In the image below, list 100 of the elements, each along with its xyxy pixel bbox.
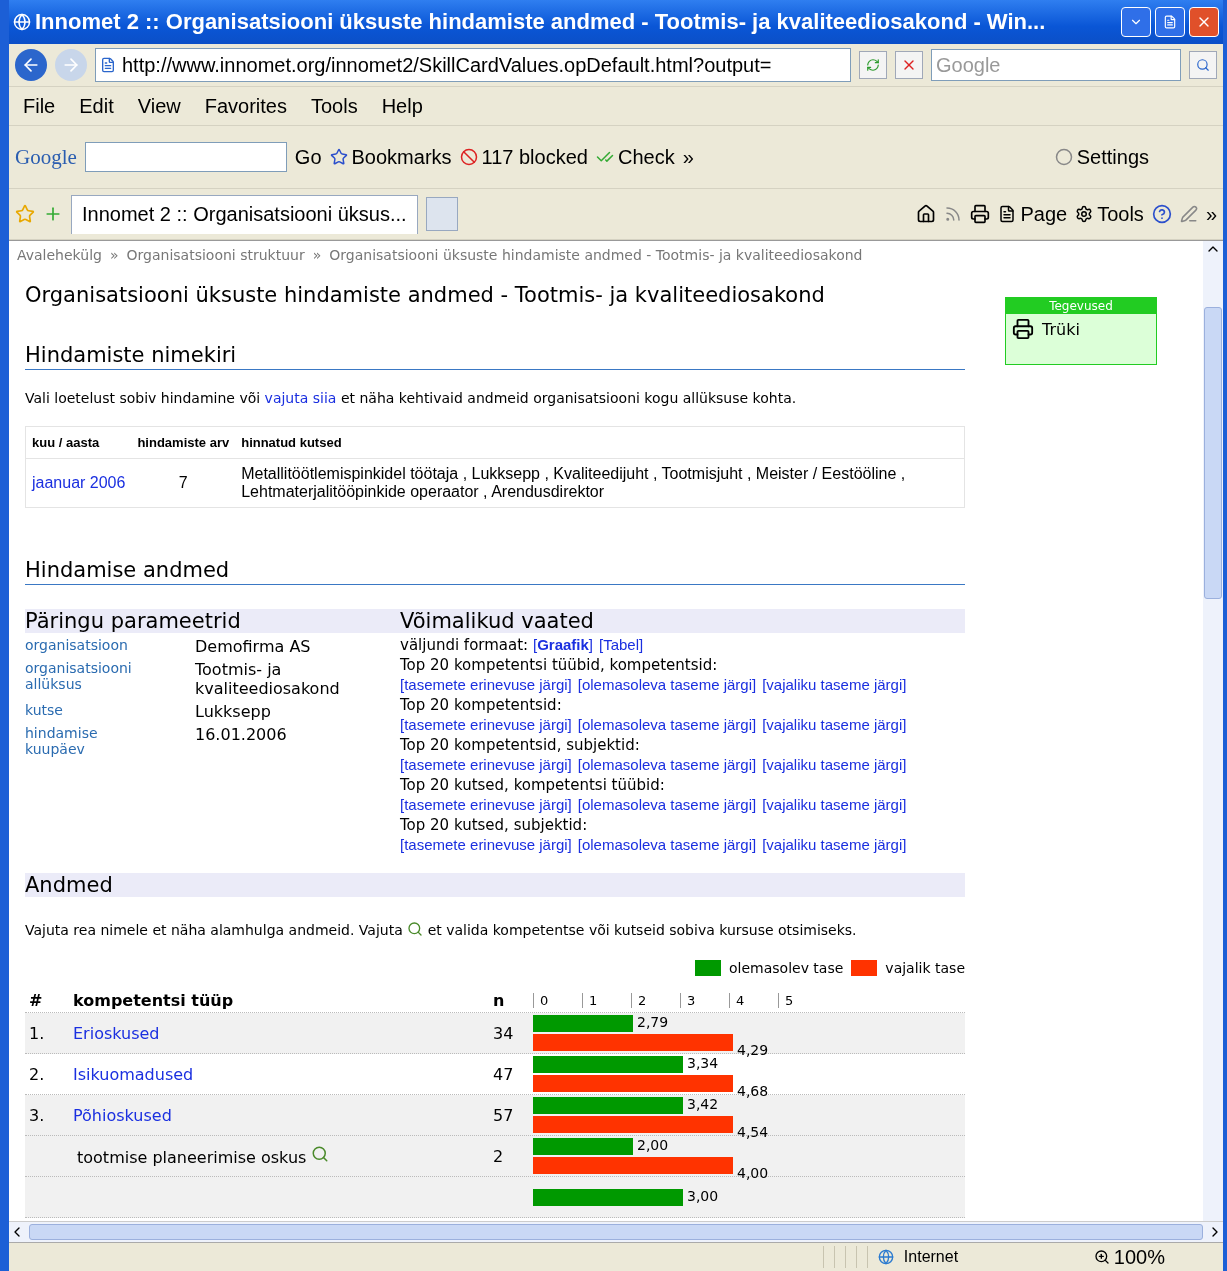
stop-button[interactable] bbox=[895, 51, 923, 79]
view-link[interactable]: [vajaliku taseme järgi] bbox=[762, 836, 907, 853]
intro-link[interactable]: vajuta siia bbox=[264, 390, 337, 406]
search-field[interactable]: Google bbox=[931, 49, 1181, 81]
param-value: Lukksepp bbox=[195, 702, 272, 721]
refresh-button[interactable] bbox=[859, 51, 887, 79]
close-button[interactable] bbox=[1189, 7, 1219, 37]
format-label: väljundi formaat: bbox=[400, 636, 529, 654]
count-cell: 2 bbox=[493, 1146, 504, 1166]
view-group-title: Top 20 kompetentsid, subjektid: bbox=[400, 735, 641, 755]
horizontal-scrollbar[interactable] bbox=[9, 1221, 1223, 1242]
menu-item[interactable]: Edit bbox=[71, 94, 122, 118]
scale-tick: 2 bbox=[631, 992, 680, 1008]
window-title: Innomet 2 :: Organisatsiooni üksuste hindamiste andmed - Tootmis- ja kvaliteediosakond - Win... bbox=[35, 9, 1047, 35]
view-link[interactable]: [tasemete erinevuse järgi] bbox=[400, 756, 572, 773]
bar-value: 4,29 bbox=[737, 1042, 769, 1058]
view-link[interactable]: [tasemete erinevuse järgi] bbox=[400, 836, 572, 853]
view-link[interactable]: [tasemete erinevuse järgi] bbox=[400, 716, 572, 733]
bar-value: 2,79 bbox=[637, 1014, 669, 1030]
view-group-title: Top 20 kompetentsid: bbox=[400, 695, 563, 715]
spell-check-button[interactable]: Check bbox=[595, 145, 675, 169]
scale-tick: 0 bbox=[533, 992, 582, 1008]
competence-type-link[interactable]: Erioskused bbox=[73, 1023, 160, 1043]
column-header: hinnatud kutsed bbox=[235, 426, 965, 459]
maximize-button[interactable] bbox=[1155, 7, 1185, 37]
view-group-title: Top 20 kompetentsi tüübid, kompetentsid: bbox=[400, 655, 719, 675]
bar-value: 4,68 bbox=[737, 1083, 769, 1099]
scale-tick: 4 bbox=[729, 992, 778, 1008]
param-label: hindamise kuupäev bbox=[25, 725, 99, 757]
bar-value: 3,42 bbox=[687, 1096, 719, 1112]
view-link[interactable]: [olemasoleva taseme järgi] bbox=[577, 756, 757, 773]
competence-type-link[interactable]: Põhioskused bbox=[73, 1105, 172, 1125]
breadcrumb-link[interactable]: Organisatsiooni üksuste hindamiste andmed - Tootmis- ja kvaliteediosakond bbox=[329, 247, 863, 263]
settings-button[interactable]: Settings bbox=[1054, 145, 1149, 169]
tools-menu-button[interactable]: Tools bbox=[1075, 202, 1144, 226]
zoom-button[interactable]: 100% bbox=[1093, 1245, 1165, 1269]
format-link[interactable]: [Graafik] bbox=[532, 636, 593, 653]
professions-cell: Metallitöötlemispinkidel töötaja , Lukksepp , Kvaliteedijuht , Tootmisjuht , Meister / Eestööline , Lehtmaterjalitööpinkide operaator , Arendusdirektor bbox=[235, 458, 965, 508]
scale-tick: 1 bbox=[582, 992, 631, 1008]
param-label: organisatsioon bbox=[25, 637, 129, 655]
page-heading: Organisatsiooni üksuste hindamiste andmed - Tootmis- ja kvaliteediosakond bbox=[25, 283, 826, 307]
view-link[interactable]: [tasemete erinevuse järgi] bbox=[400, 796, 572, 813]
param-value: Tootmis- ja kvaliteediosakond bbox=[195, 660, 341, 698]
period-link[interactable]: jaanuar 2006 bbox=[32, 474, 126, 491]
search-button[interactable] bbox=[1189, 51, 1217, 79]
param-value: Demofirma AS bbox=[195, 637, 312, 656]
count-cell: 57 bbox=[493, 1105, 514, 1125]
view-link[interactable]: [olemasoleva taseme järgi] bbox=[577, 676, 757, 693]
view-link[interactable]: [vajaliku taseme järgi] bbox=[762, 756, 907, 773]
home-icon bbox=[916, 204, 937, 224]
menu-item[interactable]: View bbox=[129, 94, 189, 118]
more-button[interactable]: » bbox=[1205, 202, 1217, 226]
view-link[interactable]: [vajaliku taseme järgi] bbox=[762, 716, 907, 733]
view-link[interactable]: [vajaliku taseme järgi] bbox=[762, 676, 907, 693]
maximize-icon bbox=[1163, 15, 1177, 29]
bookmarks-button[interactable]: Bookmarks bbox=[329, 145, 452, 169]
new-tab-button[interactable] bbox=[425, 197, 458, 231]
view-link[interactable]: [olemasoleva taseme järgi] bbox=[577, 716, 757, 733]
address-field[interactable]: http://www.innomet.org/innomet2/SkillCardValues.opDefault.html?output= bbox=[95, 48, 851, 82]
menu-item[interactable]: Favorites bbox=[196, 94, 295, 118]
column-header: n bbox=[493, 990, 506, 1010]
go-button[interactable]: Go bbox=[294, 145, 322, 169]
vertical-scrollbar[interactable] bbox=[1203, 241, 1223, 1221]
row-number: 1. bbox=[29, 1023, 45, 1043]
refresh-icon bbox=[866, 58, 880, 72]
page-icon bbox=[998, 205, 1017, 223]
help-icon bbox=[1151, 204, 1172, 224]
print-button[interactable]: Trüki bbox=[1006, 314, 1086, 344]
url-text: http://www.innomet.org/innomet2/SkillCardValues.opDefault.html?output= bbox=[122, 53, 772, 77]
hint-text: Vajuta rea nimele et näha alamhulga andmeid. Vajuta et valida kompetentse või kutseid sobiva kursuse otsimiseks. bbox=[25, 921, 858, 938]
format-link[interactable]: [Tabel] bbox=[599, 636, 644, 653]
menu-item[interactable]: File bbox=[15, 94, 64, 118]
view-link[interactable]: [tasemete erinevuse järgi] bbox=[400, 676, 572, 693]
column-header: kuu / aasta bbox=[25, 426, 132, 459]
column-header: kompetentsi tüüp bbox=[73, 990, 235, 1010]
competence-type-link[interactable]: Isikuomadused bbox=[73, 1064, 194, 1084]
breadcrumb-link[interactable]: Avalehekülg bbox=[17, 247, 102, 263]
back-button[interactable] bbox=[15, 49, 47, 81]
param-label: kutse bbox=[25, 702, 64, 720]
minimize-button[interactable] bbox=[1121, 7, 1151, 37]
view-link[interactable]: [vajaliku taseme järgi] bbox=[762, 796, 907, 813]
view-link[interactable]: [olemasoleva taseme järgi] bbox=[577, 796, 757, 813]
count-cell: 34 bbox=[493, 1023, 514, 1043]
popup-blocker-button[interactable]: 117 blocked bbox=[459, 145, 588, 169]
view-link[interactable]: [olemasoleva taseme järgi] bbox=[577, 836, 757, 853]
more-button[interactable]: » bbox=[682, 145, 694, 169]
menu-item[interactable]: Help bbox=[373, 94, 431, 118]
breadcrumb-link[interactable]: Organisatsiooni struktuur bbox=[126, 247, 305, 263]
circle-icon bbox=[1054, 148, 1073, 166]
search-icon[interactable] bbox=[311, 1145, 330, 1163]
scale-tick: 3 bbox=[680, 992, 729, 1008]
toolbar-search-field[interactable] bbox=[84, 142, 287, 172]
menu-item[interactable]: Tools bbox=[302, 94, 366, 118]
bar-value: 4,00 bbox=[737, 1165, 769, 1181]
search-icon bbox=[1196, 58, 1210, 72]
breadcrumb-separator: » bbox=[109, 247, 119, 263]
browser-tab[interactable]: Innomet 2 :: Organisatsiooni üksus... bbox=[71, 194, 418, 234]
page-menu-button[interactable]: Page bbox=[998, 202, 1068, 226]
star-icon bbox=[329, 148, 348, 166]
toolbar-logo: Google bbox=[15, 144, 77, 170]
